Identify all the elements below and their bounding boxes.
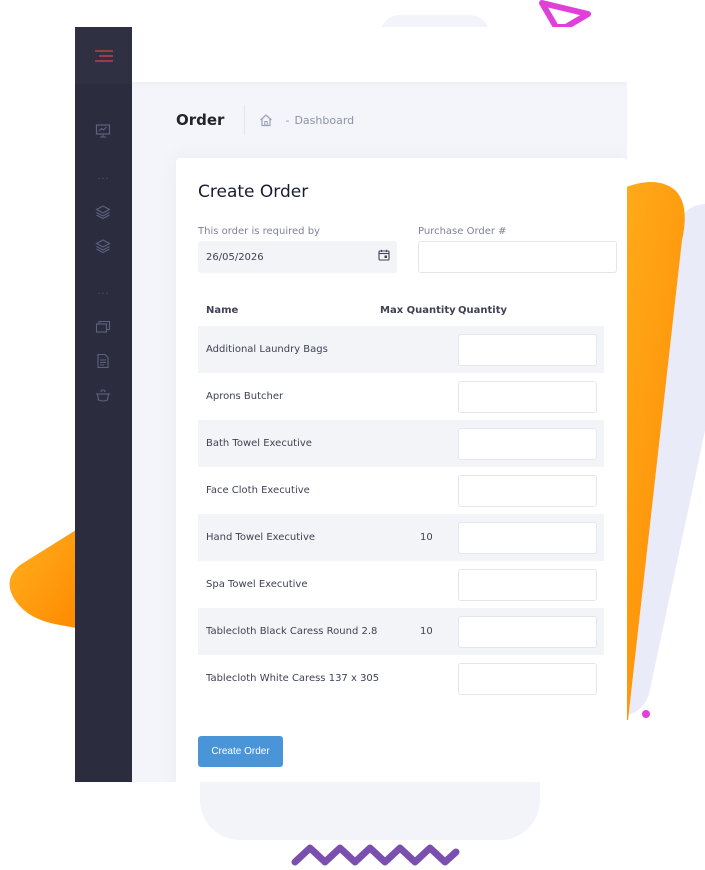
item-name: Additional Laundry Bags	[206, 344, 328, 355]
item-name: Hand Towel Executive	[206, 532, 316, 543]
sidebar: ... ...	[75, 27, 132, 782]
table-header: Name Max Quantity Quantity	[198, 295, 604, 326]
item-name: Tablecloth White Caress 137 x 305	[206, 673, 380, 684]
page-title: Order	[176, 111, 225, 129]
table-row: Additional Laundry Bags	[198, 326, 604, 373]
order-items-table: Name Max Quantity Quantity Additional La…	[198, 295, 604, 702]
quantity-input[interactable]	[458, 569, 597, 601]
home-icon[interactable]	[259, 113, 273, 127]
item-name: Tablecloth Black Caress Round 2.8	[206, 626, 378, 637]
item-name: Aprons Butcher	[206, 391, 284, 402]
create-order-button[interactable]: Create Order	[198, 736, 283, 767]
quantity-input[interactable]	[458, 663, 597, 695]
table-row: Bath Towel Executive	[198, 420, 604, 467]
orange-left-shape	[9, 530, 77, 628]
purple-zigzag	[291, 844, 460, 866]
quantity-input[interactable]	[458, 475, 597, 507]
breadcrumb-separator: -	[285, 113, 290, 127]
sidebar-section-dots: ...	[97, 286, 110, 297]
document-icon[interactable]	[95, 353, 111, 369]
cooking-pot-icon[interactable]	[95, 387, 111, 403]
top-header-bar	[132, 27, 627, 82]
form-title: Create Order	[198, 182, 309, 202]
sidebar-toggle[interactable]	[75, 27, 132, 84]
quantity-input[interactable]	[458, 616, 597, 648]
required-by-date-value: 26/05/2026	[206, 251, 264, 263]
item-name: Bath Towel Executive	[206, 438, 312, 449]
app-window: ... ... Order - Dashboard Create Order T…	[75, 27, 627, 782]
quantity-input[interactable]	[458, 522, 597, 554]
item-name: Spa Towel Executive	[206, 579, 308, 590]
calendar-icon[interactable]	[378, 249, 390, 261]
item-max-quantity: 10	[420, 532, 433, 543]
layers-icon[interactable]	[95, 204, 111, 220]
table-row: Hand Towel Executive 10	[198, 514, 604, 561]
table-row: Spa Towel Executive	[198, 561, 604, 608]
column-header-quantity: Quantity	[458, 305, 507, 316]
required-by-date-input[interactable]: 26/05/2026	[198, 241, 397, 273]
quantity-input[interactable]	[458, 428, 597, 460]
table-row: Aprons Butcher	[198, 373, 604, 420]
column-header-name: Name	[206, 305, 239, 316]
subheader: Order - Dashboard	[132, 82, 627, 158]
layers-icon[interactable]	[95, 238, 111, 254]
purchase-order-label: Purchase Order #	[418, 226, 507, 237]
create-order-card: Create Order This order is required by 2…	[176, 158, 627, 782]
quantity-input[interactable]	[458, 334, 597, 366]
breadcrumb-dashboard-link[interactable]: Dashboard	[294, 114, 354, 127]
purchase-order-input[interactable]	[418, 241, 617, 273]
table-row: Tablecloth Black Caress Round 2.8 10	[198, 608, 604, 655]
table-row: Face Cloth Executive	[198, 467, 604, 514]
menu-icon[interactable]	[94, 49, 113, 63]
table-row: Tablecloth White Caress 137 x 305	[198, 655, 604, 702]
magenta-dot	[642, 710, 650, 718]
column-header-max-quantity: Max Quantity	[380, 305, 456, 316]
item-max-quantity: 10	[420, 626, 433, 637]
item-name: Face Cloth Executive	[206, 485, 310, 496]
required-by-label: This order is required by	[198, 226, 320, 237]
presentation-chart-icon[interactable]	[95, 123, 111, 139]
subheader-separator	[244, 105, 246, 135]
quantity-input[interactable]	[458, 381, 597, 413]
magenta-triangle-shape	[539, 0, 591, 30]
sidebar-section-dots: ...	[97, 171, 110, 182]
folders-icon[interactable]	[95, 319, 111, 335]
